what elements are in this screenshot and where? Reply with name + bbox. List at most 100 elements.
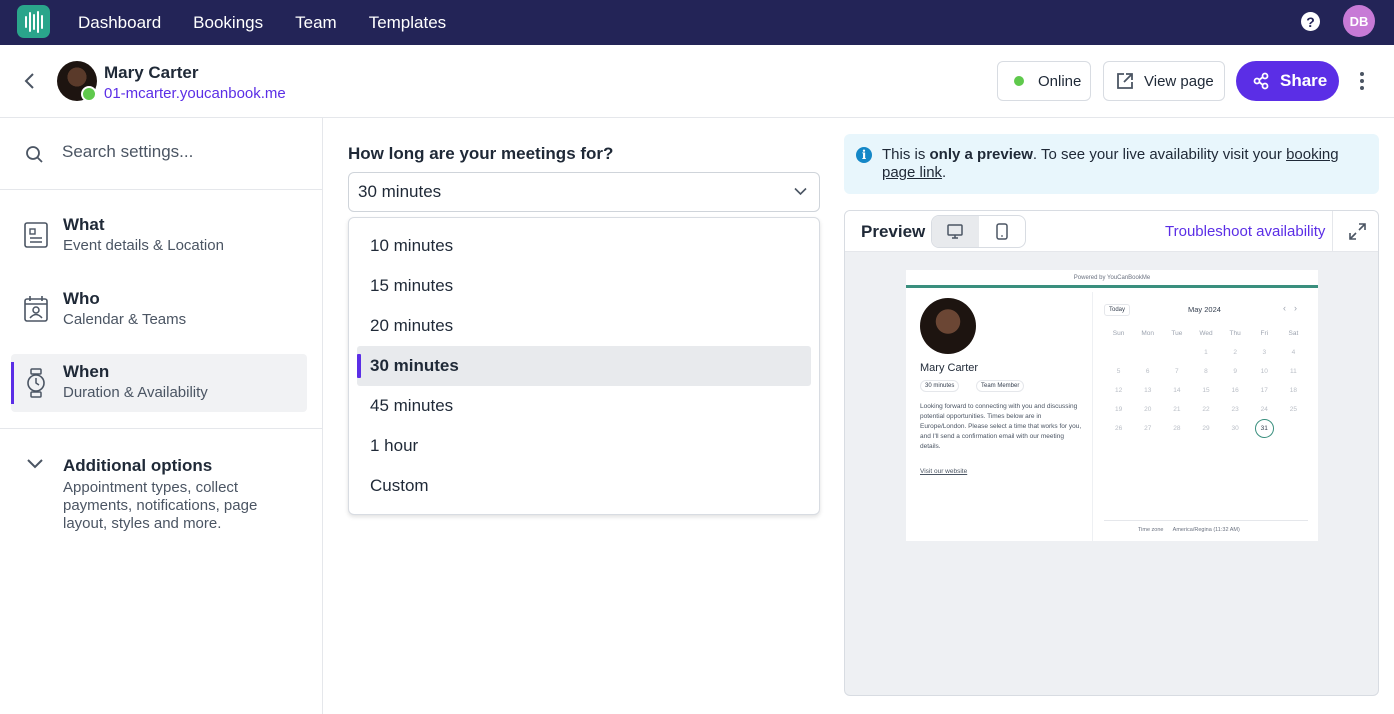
preview-title: Preview (861, 222, 926, 241)
duration-selected-value: 30 minutes (358, 182, 442, 201)
nav-templates[interactable]: Templates (369, 13, 446, 33)
preview-description: Looking forward to connecting with you a… (920, 403, 1082, 450)
duration-option[interactable]: Custom (357, 466, 811, 506)
troubleshoot-availability-link[interactable]: Troubleshoot availability (1165, 223, 1325, 240)
page-header: Mary Carter 01-mcarter.youcanbook.me Onl… (0, 45, 1394, 118)
back-arrow-icon[interactable] (20, 71, 40, 91)
watch-icon (27, 368, 45, 398)
sidebar-item-what[interactable]: What Event details & Location (11, 207, 307, 265)
preview-month-arrows: ‹› (1283, 303, 1305, 313)
preview-calendar-day: 9 (1233, 368, 1237, 375)
powered-by-bar: Powered by YouCanBookMe (906, 270, 1318, 288)
top-navigation-bar: Dashboard Bookings Team Templates ? DB (0, 0, 1394, 45)
search-icon (26, 146, 43, 163)
preview-month: May 2024 (1188, 305, 1221, 314)
calendar-user-icon (24, 296, 48, 322)
sidebar-item-title: When (63, 362, 110, 381)
preview-weekday-label: Tue (1171, 330, 1183, 337)
booking-url-link[interactable]: 01-mcarter.youcanbook.me (104, 85, 286, 102)
preview-calendar-day: 3 (1262, 349, 1267, 356)
desktop-icon (947, 224, 963, 239)
info-icon: i (856, 147, 872, 163)
preview-name: Mary Carter (920, 362, 979, 374)
nav-team[interactable]: Team (295, 13, 337, 33)
app-logo-icon[interactable] (17, 5, 50, 38)
preview-weekday-label: Mon (1141, 330, 1155, 337)
online-status-dot (81, 86, 97, 102)
preview-calendar-day: 1 (1204, 349, 1208, 356)
nav-bookings[interactable]: Bookings (193, 13, 263, 33)
settings-sidebar: What Event details & Location Who Calend… (0, 118, 323, 714)
preview-calendar-day: 11 (1290, 368, 1297, 375)
duration-option[interactable]: 20 minutes (357, 306, 811, 346)
preview-calendar-day: 4 (1291, 349, 1296, 356)
additional-options-title: Additional options (63, 456, 213, 475)
more-options-icon[interactable] (1360, 72, 1364, 90)
main-nav: Dashboard Bookings Team Templates (78, 0, 446, 45)
online-dot-icon (1014, 76, 1024, 86)
chevron-down-icon (794, 187, 807, 196)
preview-calendar-day (1162, 349, 1191, 356)
preview-calendar-day: 26 (1114, 425, 1123, 432)
preview-calendar-day: 5 (1116, 368, 1121, 375)
sidebar-divider (0, 428, 323, 429)
expand-icon[interactable] (1349, 223, 1366, 240)
preview-panel: Preview Troubleshoot availability Powere… (844, 210, 1379, 696)
sidebar-item-subtitle: Event details & Location (63, 237, 224, 254)
help-icon[interactable]: ? (1301, 12, 1320, 31)
duration-dropdown: 10 minutes 15 minutes 20 minutes 30 minu… (348, 217, 820, 515)
preview-calendar-day: 25 (1289, 406, 1298, 413)
additional-options-subtitle: Appointment types, collect payments, not… (63, 479, 258, 532)
preview-weekday-label: Thu (1229, 330, 1241, 337)
user-avatar[interactable]: DB (1343, 5, 1375, 37)
preview-calendar-day: 7 (1175, 368, 1179, 375)
preview-timezone-divider (1104, 520, 1308, 521)
duration-select[interactable]: 30 minutes (348, 172, 820, 212)
settings-search (0, 118, 323, 190)
preview-calendar-day: 10 (1260, 368, 1268, 375)
preview-website-link: Visit our website (920, 468, 968, 475)
duration-option[interactable]: 45 minutes (357, 386, 811, 426)
view-page-label: View page (1144, 72, 1214, 90)
preview-role-chip: Team Member (976, 380, 1025, 392)
sidebar-item-who[interactable]: Who Calendar & Teams (11, 281, 307, 339)
preview-calendar-day: 18 (1289, 387, 1298, 394)
header-separator (1332, 211, 1333, 252)
preview-weekday-label: Sun (1112, 330, 1125, 337)
sidebar-item-when[interactable]: When Duration & Availability (11, 354, 307, 412)
mobile-icon (996, 223, 1008, 240)
preview-calendar-day: 28 (1173, 425, 1181, 432)
chevron-down-icon (27, 459, 43, 469)
preview-calendar-grid: Sun Mon Tue Wed Thu Fri Sat 1 2 3 4 5 6 7 8 9 10 11 12 13 14… (1104, 330, 1308, 438)
preview-calendar-day: 14 (1173, 387, 1181, 394)
preview-weekday-label: Sat (1288, 330, 1299, 337)
sidebar-item-title: What (63, 215, 105, 234)
mobile-view-button[interactable] (979, 216, 1026, 247)
preview-calendar-day: 16 (1231, 387, 1239, 394)
booking-page-preview: Powered by YouCanBookMe Mary Carter 30 m… (906, 270, 1318, 541)
profile-name: Mary Carter (104, 63, 199, 82)
duration-option[interactable]: 15 minutes (357, 266, 811, 306)
device-toggle (931, 215, 1026, 248)
share-label: Share (1280, 71, 1328, 90)
view-page-button[interactable]: View page (1103, 61, 1225, 101)
search-input[interactable] (62, 142, 302, 162)
duration-question: How long are your meetings for? (348, 144, 614, 163)
online-label: Online (1038, 72, 1082, 90)
nav-dashboard[interactable]: Dashboard (78, 13, 161, 33)
preview-calendar-day: 24 (1260, 406, 1268, 413)
preview-duration-chip: 30 minutes (920, 380, 960, 392)
preview-calendar-day: 20 (1144, 406, 1152, 413)
desktop-view-button[interactable] (932, 216, 979, 247)
share-button[interactable]: Share (1236, 61, 1339, 101)
preview-calendar-day: 15 (1202, 387, 1210, 394)
share-icon (1253, 72, 1269, 90)
online-status-button[interactable]: Online (997, 61, 1091, 101)
preview-calendar-day: 13 (1144, 387, 1152, 394)
preview-calendar-day: 6 (1145, 368, 1150, 375)
duration-option[interactable]: 10 minutes (357, 226, 811, 266)
duration-option[interactable]: 1 hour (357, 426, 811, 466)
sidebar-item-title: Who (63, 289, 100, 308)
sidebar-item-subtitle: Duration & Availability (63, 384, 208, 401)
duration-option-selected[interactable]: 30 minutes (357, 346, 811, 386)
